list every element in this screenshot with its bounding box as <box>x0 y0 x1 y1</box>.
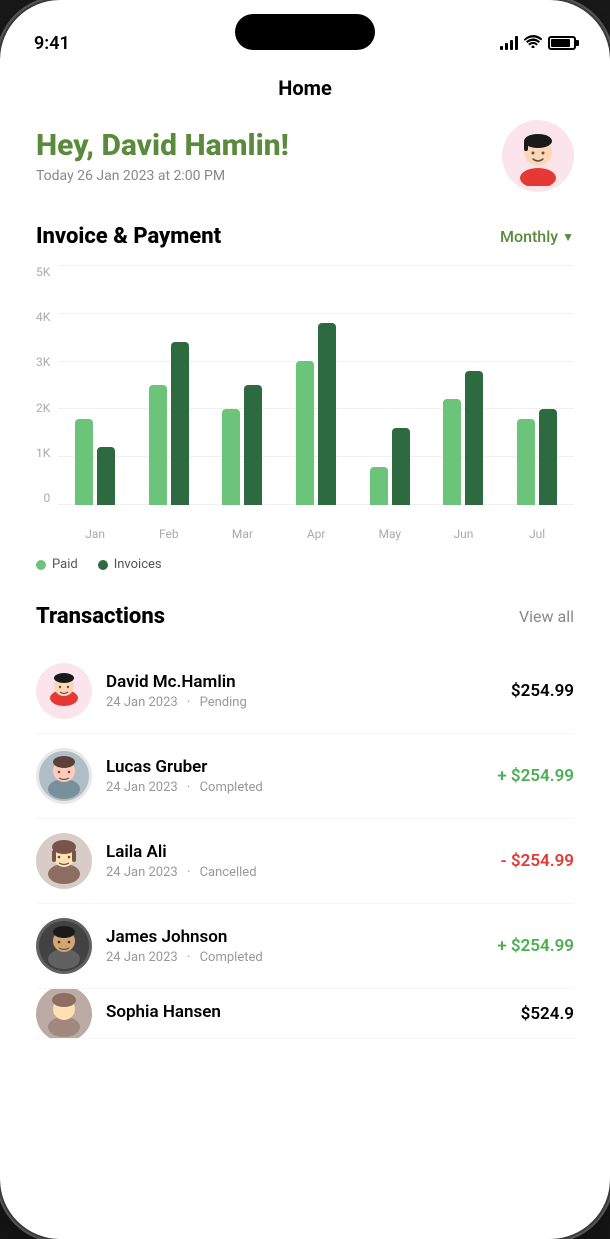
bar-group-jan <box>58 419 132 505</box>
battery-icon <box>548 36 576 50</box>
transaction-info-lucas: Lucas Gruber 24 Jan 2023 · Completed <box>106 757 497 795</box>
signal-icon <box>500 36 518 50</box>
bar-may-paid <box>370 467 388 505</box>
x-label-jan: Jan <box>58 527 132 541</box>
status-icons <box>500 34 576 52</box>
x-label-apr: Apr <box>279 527 353 541</box>
transaction-meta: 24 Jan 2023 · Completed <box>106 780 497 795</box>
invoice-label: Invoices <box>114 557 162 572</box>
bar-group-feb <box>132 342 206 505</box>
transaction-item[interactable]: James Johnson 24 Jan 2023 · Completed + … <box>36 904 574 989</box>
x-label-may: May <box>353 527 427 541</box>
invoice-chart: 5K 4K 3K 2K 1K 0 <box>36 265 574 545</box>
transactions-header: Transactions View all <box>36 604 574 629</box>
transaction-meta: 24 Jan 2023 · Pending <box>106 695 511 710</box>
wifi-icon <box>524 34 542 52</box>
y-label-3k: 3K <box>36 355 50 369</box>
bar-jan-invoice <box>97 447 115 505</box>
bar-mar-paid <box>222 409 240 505</box>
transaction-avatar-james <box>36 918 92 974</box>
chart-legend: Paid Invoices <box>36 557 574 572</box>
bar-may-invoice <box>392 428 410 505</box>
y-label-0: 0 <box>44 491 51 505</box>
bar-jul-paid <box>517 419 535 505</box>
transaction-amount: + $254.99 <box>497 766 574 786</box>
transaction-avatar-david <box>36 663 92 719</box>
x-label-jun: Jun <box>427 527 501 541</box>
bar-group-jun <box>427 371 501 505</box>
transaction-name: David Mc.Hamlin <box>106 672 511 692</box>
bar-jan-paid <box>75 419 93 505</box>
transaction-item[interactable]: David Mc.Hamlin 24 Jan 2023 · Pending $2… <box>36 649 574 734</box>
y-label-5k: 5K <box>36 265 50 279</box>
chevron-down-icon: ▼ <box>562 230 574 244</box>
bar-group-mar <box>206 385 280 505</box>
invoice-dot <box>98 560 108 570</box>
legend-paid: Paid <box>36 557 78 572</box>
greeting-date: Today 26 Jan 2023 at 2:00 PM <box>36 168 289 184</box>
y-label-4k: 4K <box>36 310 50 324</box>
bar-group-may <box>353 428 427 505</box>
view-all-button[interactable]: View all <box>519 607 574 626</box>
transaction-name: James Johnson <box>106 927 497 947</box>
user-avatar[interactable] <box>502 120 574 192</box>
transaction-avatar-sophia <box>36 989 92 1039</box>
main-content: Home Hey, David Hamlin! Today 26 Jan 202… <box>0 68 610 1239</box>
status-time: 9:41 <box>34 33 70 54</box>
y-label-1k: 1K <box>36 446 50 460</box>
transaction-item[interactable]: Lucas Gruber 24 Jan 2023 · Completed + $… <box>36 734 574 819</box>
greeting-section: Hey, David Hamlin! Today 26 Jan 2023 at … <box>36 120 574 192</box>
invoice-title: Invoice & Payment <box>36 224 221 249</box>
bar-feb-invoice <box>171 342 189 505</box>
phone-frame: 9:41 <box>0 0 610 1239</box>
transaction-info-james: James Johnson 24 Jan 2023 · Completed <box>106 927 497 965</box>
transactions-title: Transactions <box>36 604 165 629</box>
transaction-name: Laila Ali <box>106 842 500 862</box>
bar-apr-paid <box>296 361 314 505</box>
paid-label: Paid <box>52 557 78 572</box>
x-label-mar: Mar <box>206 527 280 541</box>
legend-invoices: Invoices <box>98 557 162 572</box>
transaction-info-laila: Laila Ali 24 Jan 2023 · Cancelled <box>106 842 500 880</box>
transaction-avatar-lucas <box>36 748 92 804</box>
transaction-meta: 24 Jan 2023 · Completed <box>106 950 497 965</box>
bar-jul-invoice <box>539 409 557 505</box>
transaction-item[interactable]: Laila Ali 24 Jan 2023 · Cancelled - $254… <box>36 819 574 904</box>
transaction-info-david: David Mc.Hamlin 24 Jan 2023 · Pending <box>106 672 511 710</box>
y-label-2k: 2K <box>36 401 50 415</box>
bar-apr-invoice <box>318 323 336 505</box>
phone-screen: 9:41 <box>0 0 610 1239</box>
transaction-name: Lucas Gruber <box>106 757 497 777</box>
invoice-section-header: Invoice & Payment Monthly ▼ <box>36 224 574 249</box>
bar-group-apr <box>279 323 353 505</box>
transaction-item[interactable]: Sophia Hansen $524.9 <box>36 989 574 1039</box>
transaction-name: Sophia Hansen <box>106 1002 521 1022</box>
transaction-amount: - $254.99 <box>500 851 574 871</box>
x-label-feb: Feb <box>132 527 206 541</box>
transaction-info-sophia: Sophia Hansen <box>106 1002 521 1025</box>
transaction-meta: 24 Jan 2023 · Cancelled <box>106 865 500 880</box>
bar-jun-paid <box>443 399 461 505</box>
dynamic-island <box>235 14 375 50</box>
page-title: Home <box>36 68 574 120</box>
transaction-amount: $524.9 <box>521 1004 574 1024</box>
monthly-dropdown[interactable]: Monthly ▼ <box>500 227 574 246</box>
bar-jun-invoice <box>465 371 483 505</box>
bar-group-jul <box>500 409 574 505</box>
bar-feb-paid <box>149 385 167 505</box>
bar-mar-invoice <box>244 385 262 505</box>
transaction-amount: + $254.99 <box>497 936 574 956</box>
greeting-text: Hey, David Hamlin! Today 26 Jan 2023 at … <box>36 128 289 184</box>
transaction-avatar-laila <box>36 833 92 889</box>
transaction-amount: $254.99 <box>511 681 574 701</box>
greeting-name: Hey, David Hamlin! <box>36 128 289 164</box>
monthly-label: Monthly <box>500 227 558 246</box>
x-label-jul: Jul <box>500 527 574 541</box>
paid-dot <box>36 560 46 570</box>
